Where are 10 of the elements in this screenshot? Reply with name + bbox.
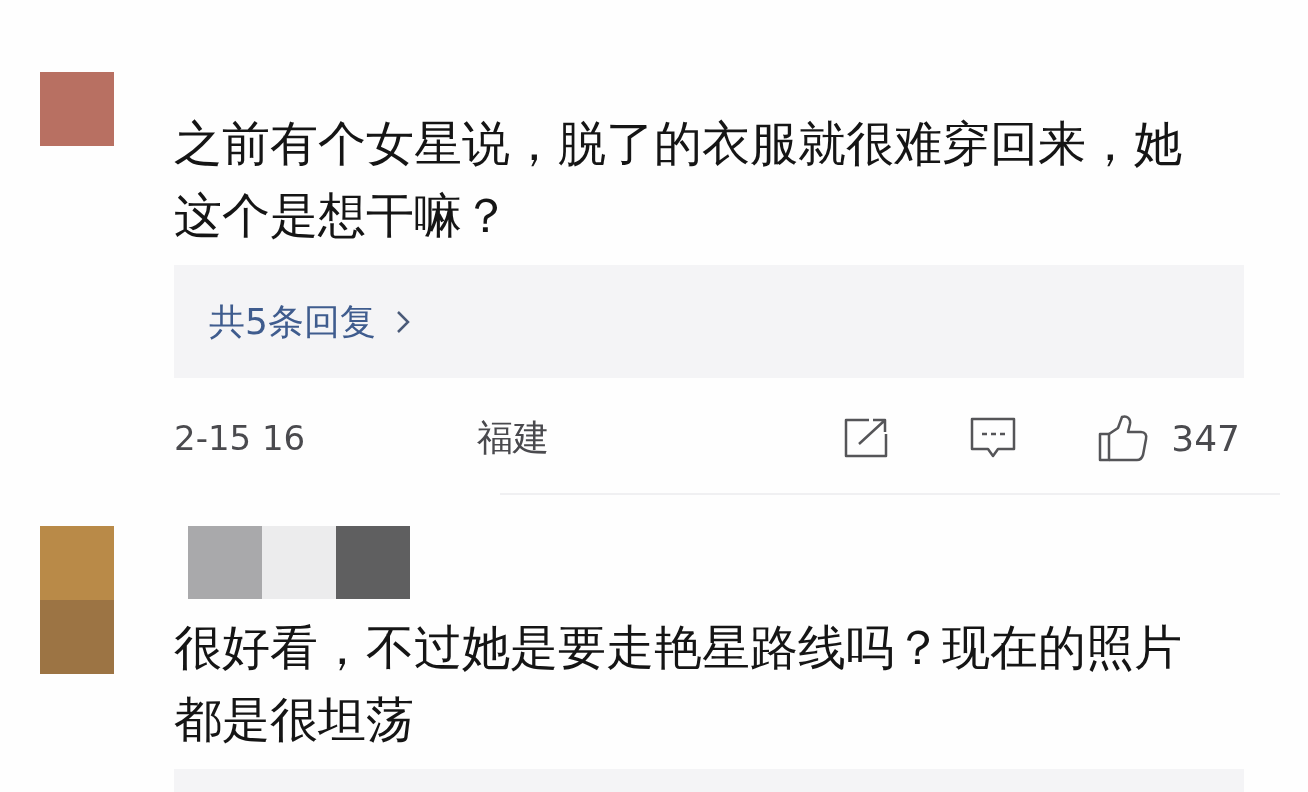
- comment-location: 福建: [477, 415, 550, 460]
- comment-text: 很好看，不过她是要走艳星路线吗？现在的照片都是很坦荡: [174, 618, 1183, 749]
- view-replies-link[interactable]: 共5条回复: [209, 299, 410, 344]
- like-count: 347: [1171, 417, 1240, 459]
- chevron-right-icon: [395, 309, 410, 334]
- comment-text: 之前有个女星说，脱了的衣服就很难穿回来，她这个是想干嘛？: [174, 114, 1183, 245]
- box-arrow-icon[interactable]: [843, 417, 890, 459]
- thumbs-up-icon[interactable]: [1097, 414, 1150, 462]
- speech-bubble-icon[interactable]: [969, 416, 1018, 460]
- comment-time: 2-15 16: [174, 418, 306, 458]
